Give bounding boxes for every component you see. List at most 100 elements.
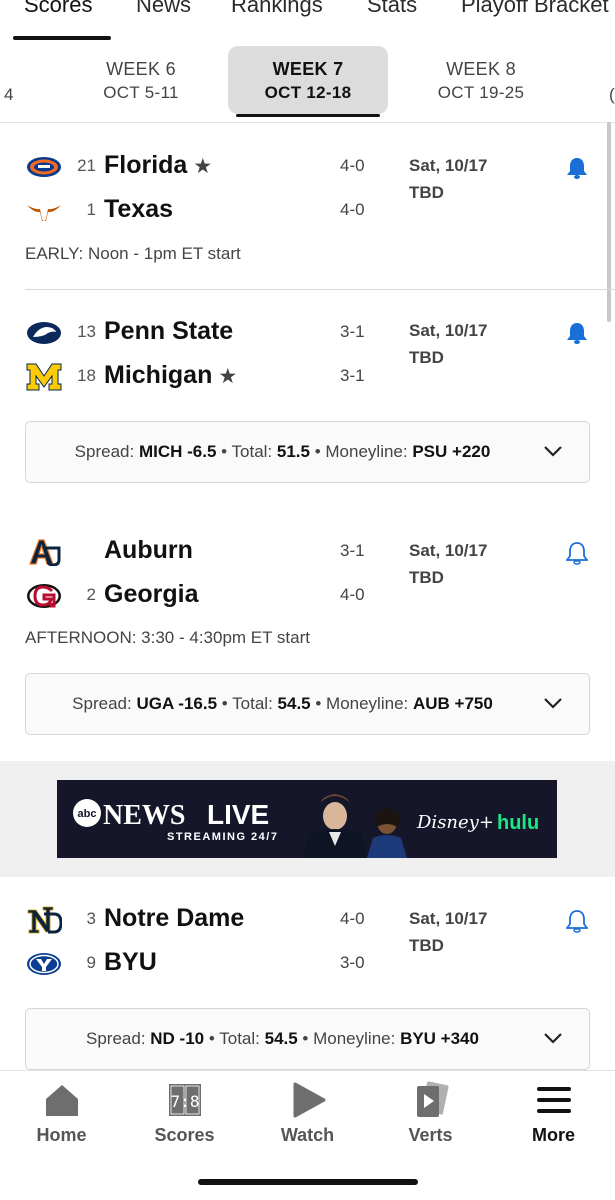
game-card[interactable]: 21 Florida ★ 4-0 1 Texas 4-0 Sat, 10/17 T…: [0, 140, 615, 290]
home-indicator[interactable]: [198, 1179, 418, 1185]
bell-outline-icon[interactable]: [566, 541, 588, 565]
game-card[interactable]: 3 Notre Dame 4-0 9 BYU 3-0 Sat, 10/17 TB…: [0, 893, 615, 1073]
week-prev-edge[interactable]: 4: [4, 85, 13, 105]
game-date: Sat, 10/17: [409, 909, 488, 928]
favorite-star-icon: ★: [218, 365, 238, 388]
chevron-down-icon[interactable]: [543, 696, 563, 710]
game-card[interactable]: Auburn 3-1 2 Georgia 4-0 Sat, 10/17 TBD …: [0, 525, 615, 745]
spread-label: Spread:: [86, 1029, 146, 1048]
team-record: 3-1: [340, 541, 365, 560]
game-date: Sat, 10/17: [409, 541, 488, 560]
team-rank: 2: [86, 585, 96, 604]
moneyline-value: BYU +340: [400, 1029, 479, 1048]
tab-stats[interactable]: Stats: [367, 0, 417, 18]
game-time: TBD: [409, 936, 444, 955]
nav-scores[interactable]: 7:8 Scores: [123, 1071, 246, 1161]
team-rank: 3: [86, 909, 96, 928]
tab-scores[interactable]: Scores: [24, 0, 92, 18]
georgia-logo: [27, 584, 61, 608]
week-selector: 4 WEEK 6 OCT 5-11 WEEK 7 OCT 12-18 WEEK …: [0, 42, 615, 122]
chevron-down-icon[interactable]: [543, 444, 563, 458]
notre-dame-logo: [27, 906, 62, 934]
betting-odds-row[interactable]: Spread: UGA -16.5 • Total: 54.5 • Moneyl…: [25, 673, 590, 735]
team-row[interactable]: 13 Penn State 3-1: [0, 313, 400, 353]
ad-disney-text: Disney+: [416, 812, 494, 833]
spread-value: UGA -16.5: [136, 694, 218, 713]
tab-rankings[interactable]: Rankings: [231, 0, 323, 18]
nav-label: Scores: [154, 1125, 215, 1145]
byu-logo: [27, 953, 61, 975]
team-name-text: Florida: [104, 151, 188, 179]
menu-icon: [537, 1087, 571, 1113]
team-row[interactable]: Auburn 3-1: [0, 532, 400, 572]
bell-outline-icon[interactable]: [566, 909, 588, 933]
nav-label: Watch: [280, 1125, 335, 1145]
team-record: 3-0: [340, 953, 365, 972]
team-rank: 21: [77, 156, 96, 175]
betting-odds-row[interactable]: Spread: ND -10 • Total: 54.5 • Moneyline…: [25, 1008, 590, 1070]
week-next-edge[interactable]: (: [609, 85, 615, 105]
scoreboard-icon-text: 7:8: [171, 1092, 200, 1111]
team-row[interactable]: 2 Georgia 4-0: [0, 576, 400, 616]
moneyline-label: Moneyline:: [313, 1029, 396, 1048]
team-record: 4-0: [340, 200, 365, 219]
team-name-text: Michigan: [104, 361, 213, 389]
nav-label: Verts: [408, 1125, 453, 1145]
team-record: 3-1: [340, 366, 365, 385]
week-6-button[interactable]: WEEK 6 OCT 5-11: [61, 46, 221, 114]
texas-longhorn-logo: [27, 205, 61, 221]
chevron-down-icon[interactable]: [543, 1031, 563, 1045]
nav-watch[interactable]: Watch: [246, 1071, 369, 1161]
team-row[interactable]: 9 BYU 3-0: [0, 944, 400, 984]
week-label: WEEK 8: [446, 59, 516, 79]
tab-playoff-bracket[interactable]: Playoff Bracket: [461, 0, 609, 18]
game-time: TBD: [409, 183, 444, 202]
game-time-note: EARLY: Noon - 1pm ET start: [25, 244, 241, 263]
game-time: TBD: [409, 568, 444, 587]
tab-news[interactable]: News: [136, 0, 191, 18]
spread-value: ND -10: [150, 1029, 205, 1048]
week-dates: OCT 5-11: [103, 83, 179, 102]
team-record: 3-1: [340, 322, 365, 341]
bell-filled-icon[interactable]: [566, 156, 588, 180]
team-row[interactable]: 18 Michigan ★ 3-1: [0, 357, 400, 397]
team-record: 4-0: [340, 585, 365, 604]
total-value: 54.5: [277, 694, 311, 713]
auburn-logo: [29, 539, 61, 566]
divider: [0, 122, 615, 123]
spread-label: Spread:: [74, 442, 135, 461]
game-time-note: AFTERNOON: 3:30 - 4:30pm ET start: [25, 628, 310, 647]
game-time: TBD: [409, 348, 444, 367]
game-card[interactable]: 13 Penn State 3-1 18 Michigan ★ 3-1 Sat, …: [0, 305, 615, 485]
nav-more[interactable]: More: [492, 1071, 615, 1161]
total-value: 51.5: [276, 442, 310, 461]
verts-icon: [417, 1081, 449, 1117]
team-row[interactable]: 1 Texas 4-0: [0, 191, 400, 231]
ad-banner[interactable]: abc NEWS LIVE STREAMING 24/7 Disney+ hul…: [57, 780, 557, 858]
team-record: 4-0: [340, 156, 365, 175]
bell-filled-icon[interactable]: [566, 321, 588, 345]
betting-odds-row[interactable]: Spread: MICH -6.5 • Total: 51.5 • Moneyl…: [25, 421, 590, 483]
nav-verts[interactable]: Verts: [369, 1071, 492, 1161]
moneyline-label: Moneyline:: [325, 442, 408, 461]
week-label: WEEK 7: [272, 59, 344, 79]
ad-live-text: LIVE: [207, 799, 269, 830]
game-date: Sat, 10/17: [409, 156, 488, 175]
week-8-button[interactable]: WEEK 8 OCT 19-25: [401, 46, 561, 114]
play-icon: [293, 1082, 326, 1118]
nav-home[interactable]: Home: [0, 1071, 123, 1161]
ad-streaming-text: STREAMING 24/7: [167, 831, 278, 843]
total-value: 54.5: [264, 1029, 298, 1048]
team-row[interactable]: 3 Notre Dame 4-0: [0, 900, 400, 940]
week-7-button[interactable]: WEEK 7 OCT 12-18: [228, 46, 388, 117]
team-row[interactable]: 21 Florida ★ 4-0: [0, 147, 400, 187]
team-name: Auburn: [104, 536, 193, 564]
ad-news-text: NEWS: [103, 800, 185, 831]
nav-label: Home: [36, 1125, 87, 1145]
michigan-logo: [26, 363, 62, 391]
team-rank: 18: [77, 366, 96, 385]
home-icon: [46, 1085, 78, 1116]
total-label: Total:: [232, 694, 273, 713]
spread-label: Spread:: [72, 694, 132, 713]
moneyline-label: Moneyline:: [326, 694, 409, 713]
